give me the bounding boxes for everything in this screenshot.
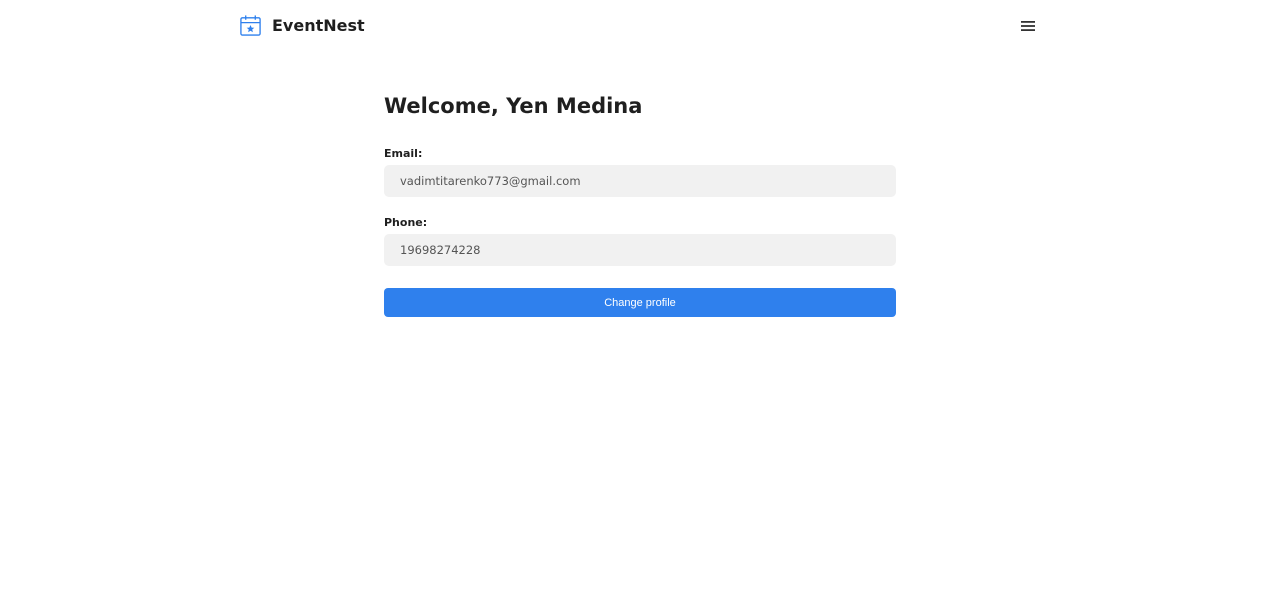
email-field[interactable]: vadimtitarenko773@gmail.com (384, 165, 896, 197)
top-header: EventNest (0, 0, 1280, 52)
phone-field[interactable]: 19698274228 (384, 234, 896, 266)
brand-name: EventNest (272, 16, 365, 35)
brand-logo-link[interactable]: EventNest (239, 14, 365, 37)
email-label: Email: (384, 147, 423, 160)
calendar-star-icon (239, 14, 262, 37)
page-title: Welcome, Yen Medina (384, 94, 643, 118)
change-profile-button[interactable]: Change profile (384, 288, 896, 317)
phone-label: Phone: (384, 216, 428, 229)
hamburger-menu-button[interactable] (1018, 16, 1038, 36)
profile-section: Welcome, Yen Medina Email: vadimtitarenk… (384, 90, 896, 317)
hamburger-menu-icon (1021, 20, 1035, 32)
